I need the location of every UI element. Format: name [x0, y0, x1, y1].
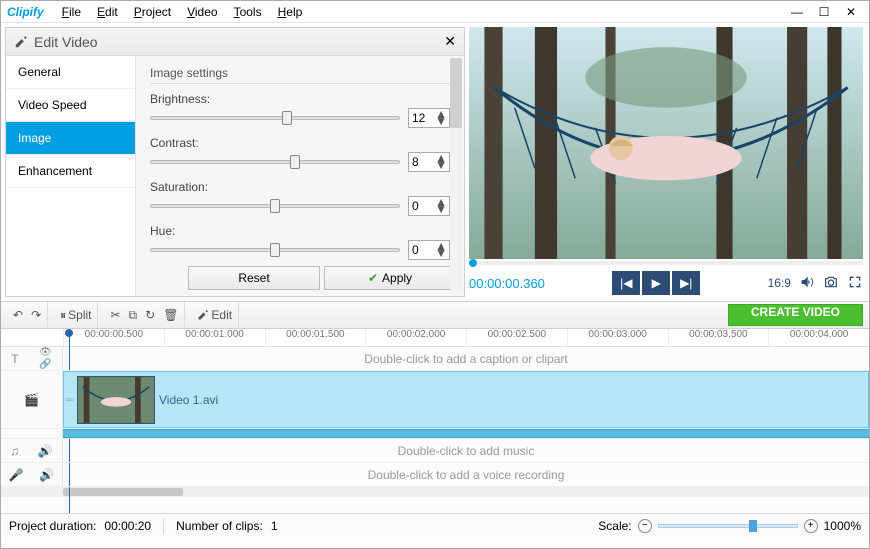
panel-scrollbar[interactable] — [450, 58, 462, 292]
section-title: Image settings — [150, 66, 450, 84]
ruler-tick: 00:00:02.500 — [466, 329, 567, 346]
voice-track-icon[interactable]: 🎤 — [9, 468, 24, 482]
video-preview[interactable] — [469, 27, 863, 259]
hue-slider[interactable] — [150, 248, 400, 252]
panel-close-icon[interactable]: ✕ — [444, 33, 456, 50]
play-button[interactable]: ▶ — [642, 271, 670, 295]
apply-button[interactable]: ✔Apply — [324, 266, 456, 290]
next-button[interactable]: ▶| — [672, 271, 700, 295]
create-video-button[interactable]: CREATE VIDEO — [728, 304, 863, 326]
voice-hint[interactable]: Double-click to add a voice recording — [63, 468, 869, 482]
close-button[interactable]: ✕ — [839, 4, 863, 20]
music-mute-icon[interactable]: 🔊 — [38, 444, 53, 458]
brightness-slider[interactable] — [150, 116, 400, 120]
volume-icon[interactable] — [799, 274, 815, 293]
crop-icon[interactable]: ⧉ — [129, 308, 138, 323]
edit-icon — [14, 35, 28, 49]
caption-hint[interactable]: Double-click to add a caption or clipart — [63, 352, 869, 366]
ruler-tick: 00:00:01.000 — [164, 329, 265, 346]
duration-value: 00:00:20 — [104, 519, 151, 533]
menu-video[interactable]: Video — [179, 3, 225, 21]
maximize-button[interactable]: ☐ — [812, 4, 836, 20]
fullscreen-icon[interactable] — [847, 274, 863, 293]
hue-input[interactable]: 0▲▼ — [408, 240, 450, 260]
saturation-input[interactable]: 0▲▼ — [408, 196, 450, 216]
tab-list: General Video Speed Image Enhancement — [6, 56, 136, 296]
timeline: 00:00:00.50000:00:01.00000:00:01.50000:0… — [1, 329, 869, 513]
scale-label: Scale: — [598, 519, 631, 533]
video-track-icon[interactable]: 🎬 — [24, 393, 39, 407]
redo-icon[interactable]: ↷ — [31, 308, 41, 322]
menu-help[interactable]: Help — [270, 3, 311, 21]
snapshot-icon[interactable] — [823, 274, 839, 293]
video-clip[interactable]: || Video 1.avi — [63, 371, 869, 428]
minimize-button[interactable]: — — [785, 4, 809, 20]
rotate-icon[interactable]: ↻ — [145, 308, 155, 322]
cut-icon[interactable]: ✂ — [110, 308, 120, 322]
menu-project[interactable]: Project — [126, 3, 179, 21]
setting-label: Hue: — [150, 224, 450, 238]
timeline-ruler[interactable]: 00:00:00.50000:00:01.00000:00:01.50000:0… — [1, 329, 869, 347]
undo-icon[interactable]: ↶ — [13, 308, 23, 322]
zoom-slider[interactable] — [658, 524, 798, 528]
saturation-slider[interactable] — [150, 204, 400, 208]
timeline-scrollbar[interactable] — [1, 487, 869, 497]
split-button[interactable]: ⏸Split — [60, 308, 91, 323]
video-audio-strip[interactable] — [63, 429, 869, 438]
tab-image[interactable]: Image — [6, 122, 135, 155]
status-bar: Project duration: 00:00:20 Number of cli… — [1, 513, 869, 537]
prev-button[interactable]: |◀ — [612, 271, 640, 295]
clip-label: Video 1.avi — [159, 393, 218, 407]
tab-video-speed[interactable]: Video Speed — [6, 89, 135, 122]
panel-title: Edit Video — [34, 34, 98, 50]
edit-button[interactable]: Edit — [197, 308, 232, 322]
setting-label: Brightness: — [150, 92, 450, 106]
music-track-icon[interactable]: ♫ — [10, 444, 19, 458]
ruler-tick: 00:00:01.500 — [265, 329, 366, 346]
clips-label: Number of clips: — [176, 519, 263, 533]
text-track-icon[interactable]: T — [11, 352, 18, 366]
menu-file[interactable]: File — [54, 3, 89, 21]
contrast-slider[interactable] — [150, 160, 400, 164]
app-logo: Clipify — [7, 5, 44, 19]
preview-seekbar[interactable] — [469, 261, 863, 265]
tab-general[interactable]: General — [6, 56, 135, 89]
toolbar: ↶ ↷ ⏸Split ✂ ⧉ ↻ 🗑 Edit CREATE VIDEO — [1, 301, 869, 329]
menu-bar: Clipify File Edit Project Video Tools He… — [1, 1, 869, 23]
music-hint[interactable]: Double-click to add music — [63, 444, 869, 458]
preview-pane: 00:00:00.360 |◀ ▶ ▶| 16:9 — [465, 23, 869, 301]
link-icon[interactable]: 🔗 — [39, 359, 52, 370]
tab-enhancement[interactable]: Enhancement — [6, 155, 135, 188]
delete-icon[interactable]: 🗑 — [163, 308, 178, 322]
image-settings: Image settings Brightness: 12▲▼ Contrast: 8… — [136, 56, 464, 296]
ruler-tick: 00:00:03.500 — [668, 329, 769, 346]
menu-edit[interactable]: Edit — [89, 3, 126, 21]
ruler-tick: 00:00:04.000 — [768, 329, 869, 346]
reset-button[interactable]: Reset — [188, 266, 320, 290]
menu-tools[interactable]: Tools — [226, 3, 270, 21]
duration-label: Project duration: — [9, 519, 96, 533]
brightness-input[interactable]: 12▲▼ — [408, 108, 450, 128]
setting-label: Saturation: — [150, 180, 450, 194]
voice-mute-icon[interactable]: 🔊 — [39, 468, 54, 482]
aspect-label[interactable]: 16:9 — [768, 276, 791, 290]
contrast-input[interactable]: 8▲▼ — [408, 152, 450, 172]
clip-thumbnail — [77, 376, 155, 424]
zoom-value: 1000% — [824, 519, 861, 533]
ruler-tick: 00:00:03.000 — [567, 329, 668, 346]
setting-label: Contrast: — [150, 136, 450, 150]
visibility-icon[interactable]: 👁 — [39, 347, 52, 358]
edit-video-panel: Edit Video ✕ General Video Speed Image E… — [5, 27, 465, 297]
timecode: 00:00:00.360 — [469, 276, 545, 291]
window-controls: — ☐ ✕ — [785, 4, 863, 20]
zoom-in-button[interactable]: + — [804, 519, 818, 533]
clips-value: 1 — [271, 519, 278, 533]
ruler-tick: 00:00:02.000 — [365, 329, 466, 346]
zoom-out-button[interactable]: − — [638, 519, 652, 533]
ruler-tick: 00:00:00.500 — [63, 329, 164, 346]
